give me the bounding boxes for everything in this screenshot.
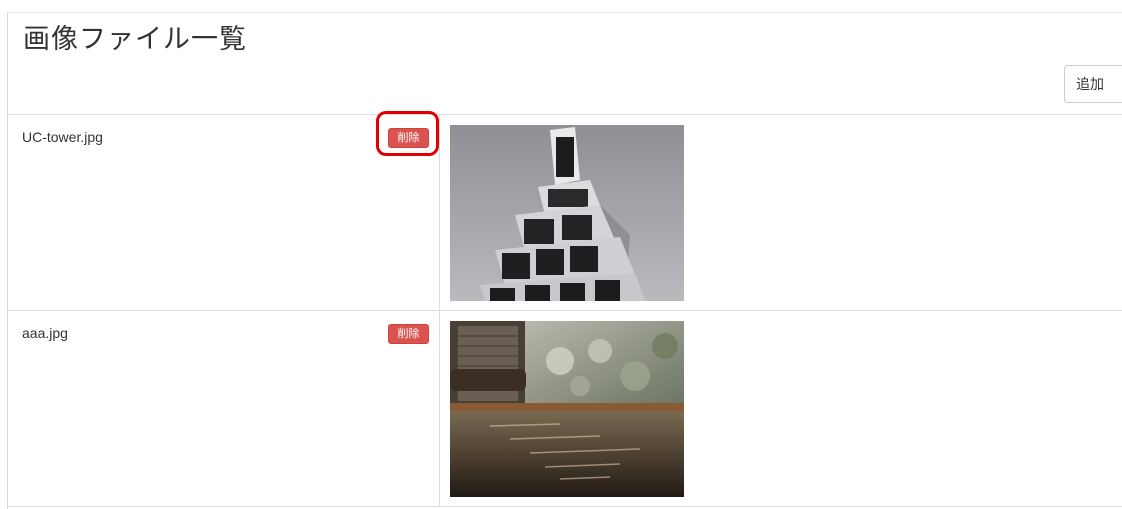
page-title: 画像ファイル一覧 [23,24,247,55]
add-button[interactable]: 追加 [1064,65,1122,103]
file-name-cell: aaa.jpg 削除 [8,311,440,506]
delete-button[interactable]: 削除 [388,324,429,344]
file-name[interactable]: UC-tower.jpg [22,129,103,145]
file-table: UC-tower.jpg 削除 aaa.jpg 削除 [8,111,1122,507]
table-row: aaa.jpg 削除 [8,310,1122,507]
file-name[interactable]: aaa.jpg [22,325,68,341]
file-name-cell: UC-tower.jpg 削除 [8,111,440,310]
delete-button[interactable]: 削除 [388,128,429,148]
table-row: UC-tower.jpg 削除 [8,111,1122,310]
image-thumbnail[interactable] [450,321,684,497]
image-thumbnail[interactable] [450,125,684,301]
